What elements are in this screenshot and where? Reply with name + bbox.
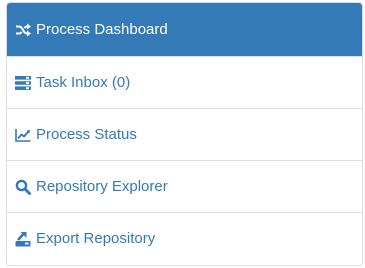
nav-item-label: Task Inbox (0): [36, 74, 131, 91]
nav-item-process-status[interactable]: Process Status: [7, 108, 362, 160]
random-icon: [15, 22, 31, 38]
nav-item-export-repository[interactable]: Export Repository: [7, 212, 362, 264]
nav-item-repository-explorer[interactable]: Repository Explorer: [7, 160, 362, 212]
nav-item-label: Process Status: [36, 126, 137, 143]
export-icon: [15, 231, 31, 247]
nav-item-task-inbox[interactable]: Task Inbox (0): [7, 56, 362, 108]
nav-item-label: Process Dashboard: [36, 21, 168, 38]
sidebar-nav: Process Dashboard Task Inbox (0) Process…: [6, 2, 363, 266]
line-chart-icon: [15, 127, 31, 143]
nav-item-process-dashboard[interactable]: Process Dashboard: [7, 3, 362, 56]
nav-item-label: Export Repository: [36, 230, 156, 247]
tasks-icon: [15, 75, 31, 91]
nav-item-label: Repository Explorer: [36, 178, 168, 195]
search-icon: [15, 179, 31, 195]
